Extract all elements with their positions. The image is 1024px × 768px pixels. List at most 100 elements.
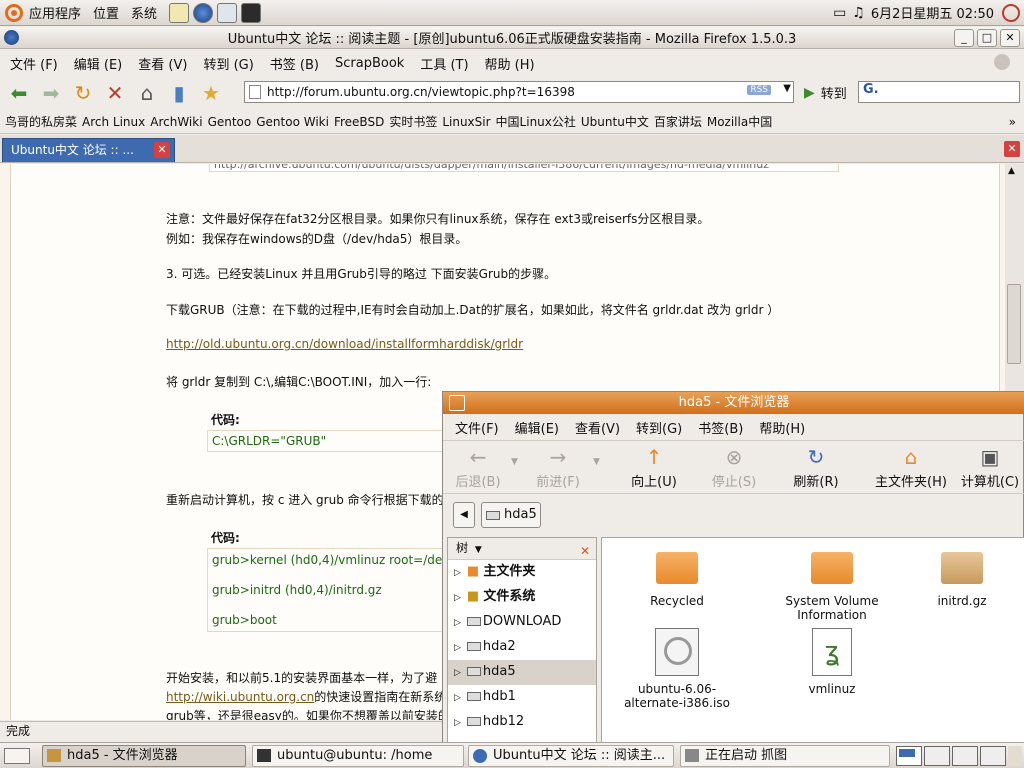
bookmark-item[interactable]: Gentoo Wiki <box>256 115 329 129</box>
bookmark-item[interactable]: Gentoo <box>208 115 252 129</box>
bookmark-item[interactable]: ArchWiki <box>150 115 202 129</box>
expander-icon[interactable]: ▷ <box>454 643 461 653</box>
expander-icon[interactable]: ▷ <box>454 593 461 603</box>
bookmark-item[interactable]: 中国Linux公社 <box>496 113 576 130</box>
minimize-button[interactable]: _ <box>954 29 974 47</box>
taskbar-item-firefox[interactable]: Ubuntu中文 论坛 :: 阅读主... <box>468 745 674 767</box>
up-button[interactable]: ↑ 向上(U) <box>629 445 679 490</box>
expander-icon[interactable]: ▷ <box>454 693 461 703</box>
tab-close-icon[interactable]: ✕ <box>154 142 170 158</box>
url-dropdown-icon[interactable]: ▼ <box>783 83 791 94</box>
back-dropdown-icon[interactable]: ▼ <box>511 457 518 467</box>
back-arrow-icon[interactable]: ⬅ <box>6 81 32 105</box>
tree-item-download[interactable]: ▷ DOWNLOAD <box>448 610 596 635</box>
stop-icon[interactable]: ✕ <box>102 81 128 105</box>
fb-menu-go[interactable]: 转到(G) <box>636 418 682 437</box>
star-icon[interactable]: ★ <box>198 81 224 105</box>
window-menu-icon[interactable] <box>449 395 465 411</box>
forward-arrow-icon[interactable]: ➡ <box>38 81 64 105</box>
scroll-up-icon[interactable]: ▲ <box>1008 166 1015 176</box>
taskbar-item-file-browser[interactable]: hda5 - 文件浏览器 <box>42 745 246 767</box>
sidebar-dropdown-icon[interactable]: ▼ <box>475 545 482 555</box>
text-editor-launcher-icon[interactable] <box>169 2 190 23</box>
expander-icon[interactable]: ▷ <box>454 618 461 628</box>
wiki-link[interactable]: http://wiki.ubuntu.org.cn <box>166 690 314 704</box>
workspace-1[interactable] <box>896 746 922 766</box>
taskbar-item-screenshot[interactable]: 正在启动 抓图 <box>680 745 890 767</box>
search-box[interactable]: G. <box>858 81 1020 103</box>
network-icon[interactable]: ▭ <box>833 5 846 21</box>
workspace-4[interactable] <box>980 746 1006 766</box>
expander-icon[interactable]: ▷ <box>454 668 461 678</box>
menu-help[interactable]: 帮助 (H) <box>485 54 535 73</box>
file-browser-titlebar[interactable]: hda5 - 文件浏览器 <box>443 392 1024 414</box>
places-menu[interactable]: 位置 <box>93 3 119 22</box>
fb-menu-view[interactable]: 查看(V) <box>575 418 620 437</box>
reload-icon[interactable]: ↻ <box>70 81 96 105</box>
url-bar[interactable]: http://forum.ubuntu.org.cn/viewtopic.php… <box>244 81 794 103</box>
location-button-hda5[interactable]: hda5 <box>481 502 541 528</box>
tree-item-hdb12[interactable]: ▷ hdb12 <box>448 710 596 735</box>
ubuntu-logo-icon[interactable] <box>5 3 23 22</box>
power-icon[interactable] <box>1002 3 1020 22</box>
sidebar-icon[interactable]: ▮ <box>166 81 192 105</box>
menu-bookmarks[interactable]: 书签 (B) <box>270 54 319 73</box>
go-button[interactable]: ▶ 转到 <box>804 83 847 103</box>
file-item[interactable]: System Volume Information <box>767 544 897 622</box>
sidebar-title[interactable]: 树 <box>456 541 468 555</box>
workspace-2[interactable] <box>924 746 950 766</box>
fb-menu-bookmarks[interactable]: 书签(B) <box>698 418 743 437</box>
bookmark-item[interactable]: 鸟哥的私房菜 <box>5 113 77 130</box>
tree-item-hda2[interactable]: ▷ hda2 <box>448 635 596 660</box>
taskbar-item-terminal[interactable]: ubuntu@ubuntu: /home <box>252 745 464 767</box>
bookmark-item[interactable]: Ubuntu中文 <box>581 113 649 130</box>
applications-menu[interactable]: 应用程序 <box>29 3 81 22</box>
menu-view[interactable]: 查看 (V) <box>138 54 187 73</box>
volume-icon[interactable]: ♫ <box>852 5 865 21</box>
menu-go[interactable]: 转到 (G) <box>203 54 253 73</box>
firefox-window-icon[interactable] <box>4 30 19 45</box>
terminal-launcher-icon[interactable] <box>241 2 262 23</box>
stop-button[interactable]: ⊗ 停止(S) <box>709 445 759 490</box>
location-back-icon[interactable]: ◀ <box>453 502 475 528</box>
expander-icon[interactable]: ▷ <box>454 718 461 728</box>
file-item[interactable]: initrd.gz <box>907 544 1017 608</box>
grldr-link[interactable]: http://old.ubuntu.org.cn/download/instal… <box>166 337 523 351</box>
bookmark-item[interactable]: Arch Linux <box>82 115 145 129</box>
scrollbar-thumb[interactable] <box>1007 284 1021 364</box>
trash-icon[interactable] <box>1008 746 1022 766</box>
reload-button[interactable]: ↻ 刷新(R) <box>789 445 843 490</box>
tree-item-hda5[interactable]: ▷ hda5 <box>448 660 596 685</box>
tab-active[interactable]: Ubuntu中文 论坛 :: ... ✕ <box>2 138 175 162</box>
file-item[interactable]: ubuntu-6.06-alternate-i386.iso <box>612 628 742 710</box>
rss-icon[interactable]: RSS <box>747 85 771 95</box>
close-tab-icon[interactable]: ✕ <box>1004 141 1020 157</box>
menu-edit[interactable]: 编辑 (E) <box>74 54 123 73</box>
expander-icon[interactable]: ▷ <box>454 568 461 578</box>
bookmark-item[interactable]: LinuxSir <box>442 115 490 129</box>
tree-item-hdb1[interactable]: ▷ hdb1 <box>448 685 596 710</box>
menu-file[interactable]: 文件 (F) <box>10 54 58 73</box>
bookmarks-overflow-button[interactable]: » <box>1009 115 1016 129</box>
bookmark-item[interactable]: 百家讲坛 <box>654 113 702 130</box>
fb-menu-file[interactable]: 文件(F) <box>455 418 499 437</box>
file-item[interactable]: Recycled <box>612 544 742 608</box>
computer-button[interactable]: ▣ 计算机(C) <box>959 445 1021 490</box>
google-search-icon[interactable]: G. <box>863 82 879 97</box>
back-button[interactable]: ← 后退(B) <box>453 445 503 490</box>
bookmark-item[interactable]: Mozilla中国 <box>707 113 772 130</box>
bookmark-item[interactable]: FreeBSD <box>334 115 384 129</box>
url-text[interactable]: http://forum.ubuntu.org.cn/viewtopic.php… <box>267 82 793 102</box>
system-menu[interactable]: 系统 <box>131 3 157 22</box>
mail-launcher-icon[interactable] <box>217 2 238 23</box>
bookmark-item[interactable]: 实时书签 <box>389 113 437 130</box>
maximize-button[interactable]: □ <box>977 29 997 47</box>
sidebar-close-icon[interactable]: ✕ <box>580 541 590 562</box>
close-button[interactable]: ✕ <box>1000 29 1020 47</box>
workspace-3[interactable] <box>952 746 978 766</box>
tree-item-filesystem[interactable]: ▷ ■ 文件系统 <box>448 585 596 610</box>
forward-dropdown-icon[interactable]: ▼ <box>593 457 600 467</box>
firefox-launcher-icon[interactable] <box>193 2 214 23</box>
menu-scrapbook[interactable]: ScrapBook <box>335 56 404 71</box>
home-folder-button[interactable]: ⌂ 主文件夹(H) <box>873 445 949 490</box>
